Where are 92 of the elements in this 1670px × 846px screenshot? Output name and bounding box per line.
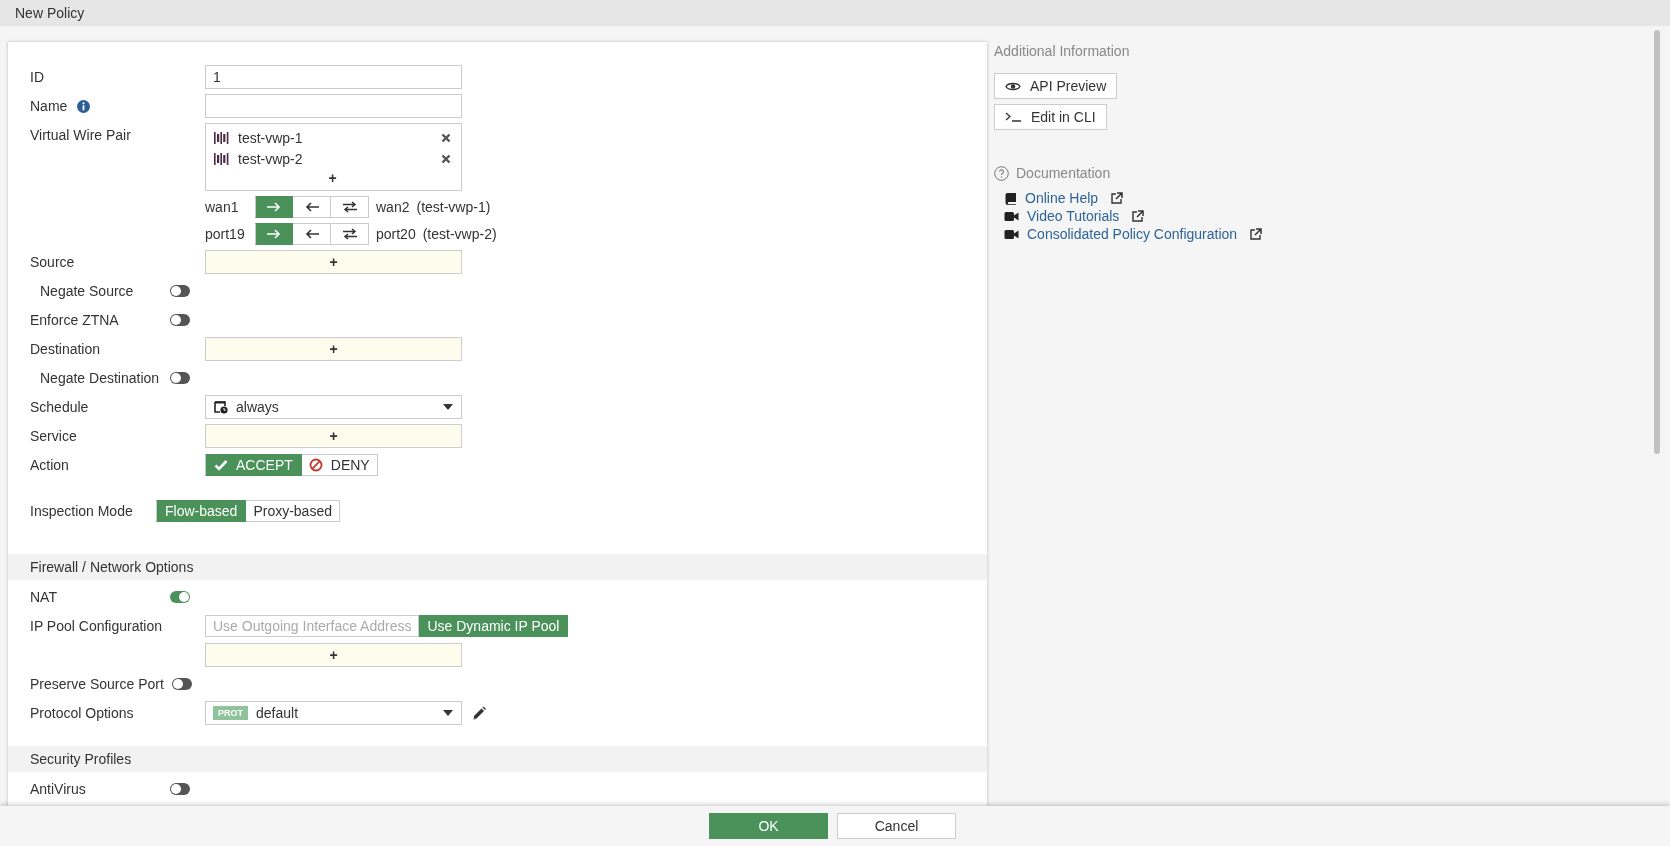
field-label: NAT (30, 589, 58, 605)
dropdown-caret-icon (443, 404, 453, 410)
text-field[interactable]: 1 (205, 65, 462, 89)
external-link-icon (1110, 191, 1124, 205)
dropdown[interactable]: PROT default (205, 701, 462, 725)
protocol-badge: PROT (213, 706, 248, 720)
field-label: Enforce ZTNA (30, 312, 120, 328)
field-label: Preserve Source Port (30, 676, 164, 692)
remove-icon[interactable] (441, 132, 451, 143)
right-arrow-icon (266, 202, 282, 212)
check-icon (214, 459, 228, 471)
left-arrow-icon (303, 202, 320, 212)
field-label: Inspection Mode (30, 503, 133, 519)
field-label: Negate Destination (40, 370, 161, 386)
field-label: Schedule (30, 399, 89, 415)
list-item: test-vwp-2 (238, 150, 304, 167)
calendar-clock-icon (214, 400, 228, 414)
left-arrow-icon (303, 229, 320, 239)
field-label: Virtual Wire Pair (30, 127, 131, 143)
option-button[interactable]: Flow-based (156, 500, 247, 522)
documentation-link[interactable]: Consolidated Policy Configuration (1027, 226, 1238, 242)
toggle-switch[interactable] (170, 314, 190, 326)
pair-name: (test-vwp-1) (416, 199, 491, 215)
field-label: Protocol Options (30, 705, 134, 721)
documentation-heading: Documentation (1016, 165, 1111, 181)
direction-button[interactable] (293, 196, 331, 218)
window-title: New Policy (15, 5, 85, 21)
panel-button[interactable]: API Preview (994, 73, 1118, 99)
pencil-icon[interactable] (472, 706, 486, 720)
field-label: Service (30, 428, 77, 444)
dropdown-caret-icon (443, 710, 453, 716)
toggle-switch[interactable] (171, 678, 192, 690)
panel-heading: Additional Information (994, 43, 1130, 59)
add-field[interactable]: + (205, 643, 462, 667)
section-header: Security Profiles (8, 746, 987, 772)
scrollbar[interactable] (1654, 30, 1660, 454)
toggle-switch[interactable] (170, 372, 190, 384)
interface-name: wan1 (205, 199, 240, 215)
section-header: Firewall / Network Options (8, 554, 987, 580)
field-label: Name (30, 98, 68, 114)
ok-button[interactable]: OK (709, 813, 828, 839)
direction-button[interactable] (331, 196, 369, 218)
toggle-switch[interactable] (170, 285, 190, 297)
option-button[interactable]: Use Dynamic IP Pool (419, 615, 569, 637)
external-link-icon (1131, 209, 1145, 223)
field-label: Action (30, 457, 69, 473)
terminal-icon (1005, 112, 1022, 122)
add-item-button[interactable]: + (328, 170, 337, 186)
direction-button[interactable] (293, 223, 331, 245)
add-field[interactable]: + (205, 337, 462, 361)
field-label: ID (30, 69, 44, 85)
list-item: test-vwp-1 (238, 129, 304, 146)
option-button[interactable]: Proxy-based (246, 500, 340, 522)
text-field[interactable] (205, 94, 462, 118)
wire-pair-icon (214, 131, 229, 144)
swap-arrows-icon (341, 201, 358, 213)
eye-icon (1005, 80, 1021, 92)
toggle-switch[interactable] (170, 783, 190, 795)
interface-name: port20 (376, 226, 416, 242)
help-icon (994, 165, 1009, 181)
field-label: Destination (30, 341, 101, 357)
swap-arrows-icon (341, 228, 358, 240)
dropdown[interactable]: always (205, 395, 462, 419)
documentation-link[interactable]: Online Help (1025, 190, 1099, 206)
prohibited-icon (308, 458, 323, 472)
book-icon (1004, 191, 1017, 205)
wire-pair-icon (214, 152, 229, 165)
cancel-button[interactable]: Cancel (837, 813, 956, 839)
remove-icon[interactable] (441, 153, 451, 164)
documentation-link[interactable]: Video Tutorials (1027, 208, 1120, 224)
video-camera-icon (1004, 228, 1019, 240)
toggle-switch[interactable] (170, 591, 190, 603)
option-button[interactable]: DENY (301, 454, 378, 476)
video-camera-icon (1004, 210, 1019, 222)
field-label: Negate Source (40, 283, 135, 299)
panel-button[interactable]: Edit in CLI (994, 104, 1107, 130)
dropdown-value: default (256, 705, 300, 721)
add-field[interactable]: + (205, 250, 462, 274)
interface-name: port19 (205, 226, 246, 242)
add-field[interactable]: + (205, 424, 462, 448)
option-button[interactable]: ACCEPT (205, 454, 302, 476)
direction-button[interactable] (331, 223, 369, 245)
dropdown-value: always (236, 399, 280, 415)
list-field[interactable]: test-vwp-1 test-vwp-2 + (205, 123, 462, 191)
right-arrow-icon (266, 229, 282, 239)
pair-name: (test-vwp-2) (422, 226, 497, 242)
field-label: Source (30, 254, 75, 270)
field-label: AntiVirus (30, 781, 87, 797)
interface-name: wan2 (376, 199, 410, 215)
external-link-icon (1249, 227, 1263, 241)
info-icon[interactable] (77, 99, 91, 113)
field-label: IP Pool Configuration (30, 618, 163, 634)
